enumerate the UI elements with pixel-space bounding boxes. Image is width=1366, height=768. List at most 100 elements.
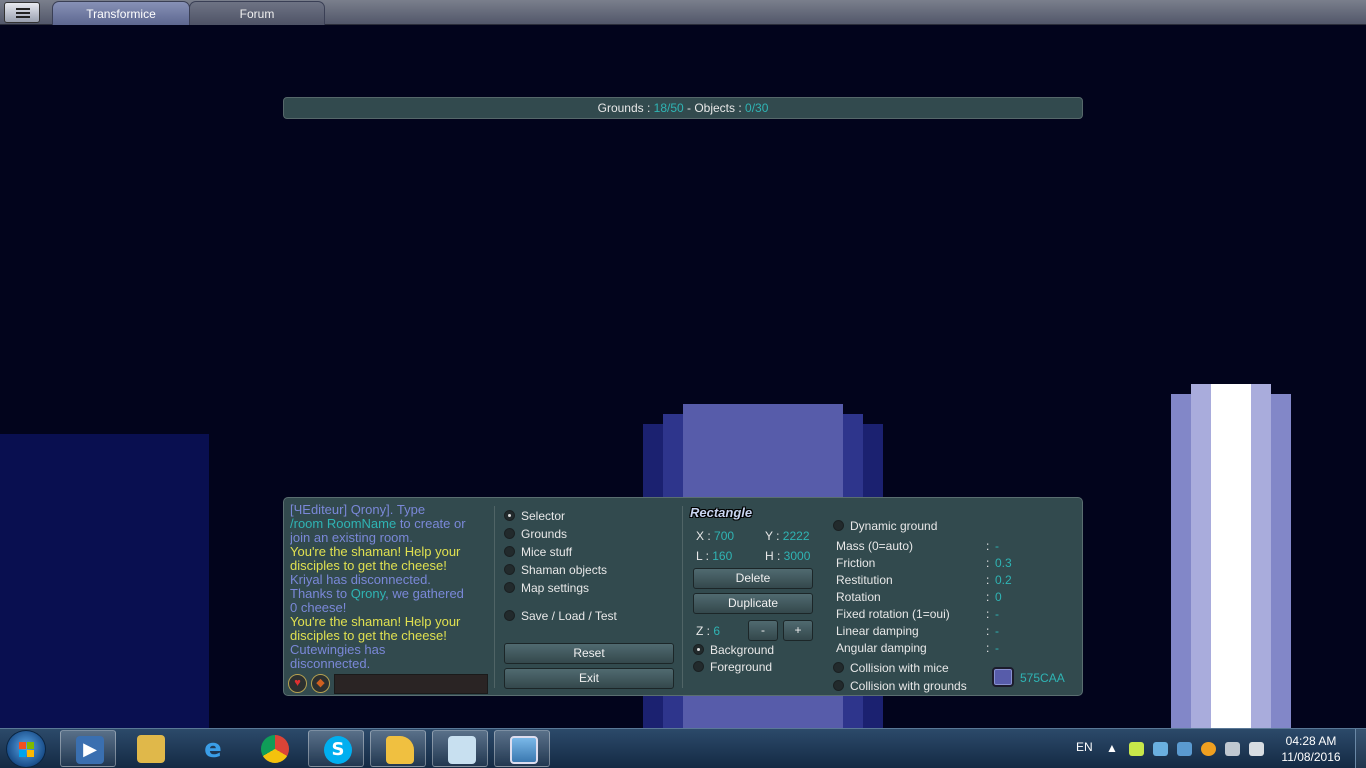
media-player-icon: ▶ — [76, 736, 104, 764]
prop-value[interactable]: 0 — [995, 589, 1002, 606]
radio-icon — [693, 661, 704, 672]
prop-value[interactable]: - — [995, 538, 999, 555]
objects-count: 0/30 — [745, 101, 769, 115]
heart-icon[interactable]: ♥ — [288, 674, 307, 693]
network-icon[interactable] — [1225, 742, 1240, 756]
radio-icon — [833, 520, 844, 531]
show-desktop-button[interactable] — [1355, 729, 1366, 768]
menu-button[interactable] — [4, 2, 40, 23]
grounds-label: Grounds : — [597, 101, 654, 115]
tool-grounds[interactable]: Grounds — [504, 526, 567, 542]
taskbar-media-player[interactable]: ▶ — [60, 730, 116, 767]
color-swatch[interactable] — [992, 667, 1014, 687]
collision-mice-toggle[interactable]: Collision with mice — [833, 660, 949, 676]
prop-value[interactable]: 0.2 — [995, 572, 1012, 589]
volume-icon[interactable] — [1249, 742, 1264, 756]
menu-icon — [16, 8, 30, 10]
prop-colon: : — [986, 641, 990, 655]
chat-line: 0 cheese! — [290, 600, 347, 615]
radio-icon — [693, 644, 704, 655]
editor-panel: [ЧEditeur] Qrony]. Type /room RoomName t… — [283, 497, 1083, 696]
color-hex-value[interactable]: 575CAA — [1020, 671, 1065, 685]
exit-button[interactable]: Exit — [504, 668, 674, 689]
shape-type-title: Rectangle — [690, 505, 753, 520]
dynamic-ground-toggle[interactable]: Dynamic ground — [833, 518, 937, 534]
prop-label: Friction — [836, 556, 876, 570]
tool-save-load-test[interactable]: Save / Load / Test — [504, 608, 617, 624]
radio-icon — [504, 528, 515, 539]
tray-app-icon[interactable] — [1129, 742, 1144, 756]
tray-app-icon[interactable] — [1201, 742, 1216, 756]
radio-icon — [504, 610, 515, 621]
tab-transformice[interactable]: Transformice — [52, 1, 190, 25]
menu-icon-line — [16, 12, 30, 14]
language-indicator[interactable]: EN — [1076, 740, 1093, 758]
prop-restitution[interactable]: Restitution:0.2 — [836, 572, 1012, 589]
prop-value[interactable]: - — [995, 640, 999, 657]
layer-background[interactable]: Background — [693, 642, 774, 658]
chat-input[interactable] — [334, 674, 488, 694]
clock-time: 04:28 AM — [1285, 734, 1337, 748]
radio-icon — [504, 546, 515, 557]
tray-app-icon[interactable] — [1153, 742, 1168, 756]
ground-right-inner[interactable] — [1211, 384, 1251, 728]
clock[interactable]: 04:28 AM 11/08/2016 — [1274, 733, 1348, 765]
prop-colon: : — [986, 607, 990, 621]
delete-button[interactable]: Delete — [693, 568, 813, 589]
z-plus-button[interactable]: + — [783, 620, 813, 641]
prop-value[interactable]: - — [995, 623, 999, 640]
layer-label: Foreground — [710, 660, 773, 674]
chat-line: join an existing room. — [290, 530, 413, 545]
cheese-icon — [386, 736, 414, 764]
chat-player-name[interactable]: Qrony — [351, 586, 385, 601]
prop-fixed-rotation[interactable]: Fixed rotation (1=oui): - — [836, 606, 999, 623]
duplicate-button[interactable]: Duplicate — [693, 593, 813, 614]
prop-colon: : — [986, 539, 990, 553]
ground-left-block[interactable] — [0, 434, 209, 728]
show-hidden-icons-button[interactable]: ▲ — [1106, 741, 1118, 759]
chat-input-area: ♥ ◆ — [288, 674, 488, 694]
objects-label: - Objects : — [683, 101, 746, 115]
z-minus-button[interactable]: - — [748, 620, 778, 641]
tool-label: Grounds — [521, 527, 568, 541]
tool-selector[interactable]: Selector — [504, 508, 565, 524]
chat-log: [ЧEditeur] Qrony]. Type /room RoomName t… — [290, 503, 486, 671]
ground-object-counter: Grounds : 18/50 - Objects : 0/30 — [283, 97, 1083, 119]
taskbar-photo-viewer[interactable] — [494, 730, 550, 767]
chat-line: disciples to get the cheese! — [290, 558, 447, 573]
taskbar-chrome[interactable] — [246, 730, 302, 767]
tool-shaman-objects[interactable]: Shaman objects — [504, 562, 607, 578]
shape-x: X : 700 — [696, 529, 735, 543]
prop-mass[interactable]: Mass (0=auto): - — [836, 538, 999, 555]
tool-map-settings[interactable]: Map settings — [504, 580, 589, 596]
shape-z: Z : 6 — [696, 624, 721, 638]
clock-date: 11/08/2016 — [1281, 750, 1341, 764]
start-button[interactable] — [6, 730, 46, 768]
chat-line: Kriyal has disconnected. — [290, 572, 431, 587]
prop-value[interactable]: - — [995, 606, 999, 623]
chat-line: Thanks to Qrony, we gathered — [290, 587, 486, 601]
layer-foreground[interactable]: Foreground — [693, 659, 772, 675]
tribe-icon[interactable]: ◆ — [311, 674, 330, 693]
collision-grounds-toggle[interactable]: Collision with grounds — [833, 678, 967, 694]
taskbar-notepad[interactable] — [432, 730, 488, 767]
reset-button[interactable]: Reset — [504, 643, 674, 664]
taskbar-file-explorer[interactable] — [122, 730, 178, 767]
tool-mice-stuff[interactable]: Mice stuff — [504, 544, 572, 560]
taskbar-skype[interactable]: S — [308, 730, 364, 767]
divider — [682, 506, 683, 688]
chat-line: /room RoomName to create or — [290, 517, 486, 531]
tray-app-icon[interactable] — [1177, 742, 1192, 756]
taskbar-transformice[interactable] — [370, 730, 426, 767]
taskbar-internet-explorer[interactable]: e — [184, 730, 240, 767]
prop-angular-damping[interactable]: Angular damping: - — [836, 640, 999, 657]
prop-friction[interactable]: Friction:0.3 — [836, 555, 1012, 572]
prop-linear-damping[interactable]: Linear damping: - — [836, 623, 999, 640]
prop-value[interactable]: 0.3 — [995, 555, 1012, 572]
radio-icon — [504, 564, 515, 575]
internet-explorer-icon: e — [204, 734, 222, 764]
prop-rotation[interactable]: Rotation:0 — [836, 589, 1002, 606]
radio-icon — [833, 662, 844, 673]
folder-icon — [137, 735, 165, 763]
tab-forum[interactable]: Forum — [189, 1, 325, 25]
